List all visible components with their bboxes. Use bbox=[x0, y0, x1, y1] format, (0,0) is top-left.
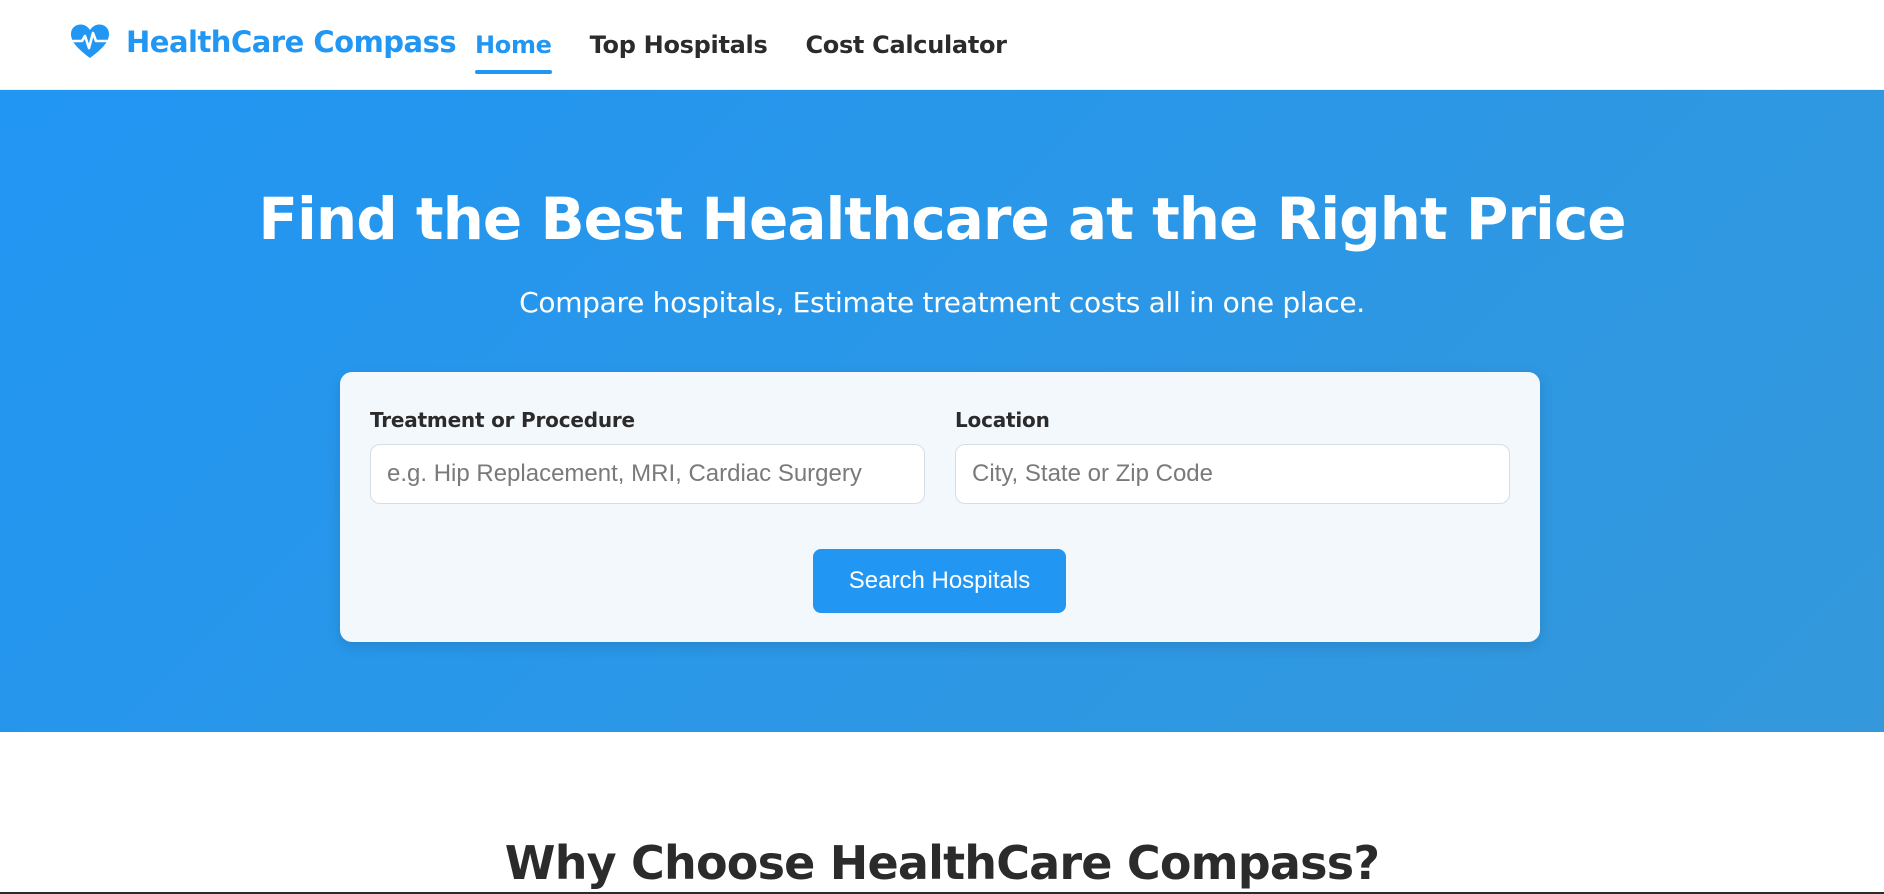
location-field-group: Location bbox=[955, 408, 1510, 504]
main-nav: Home Top Hospitals Cost Calculator bbox=[475, 0, 1045, 90]
brand-logo-link[interactable]: HealthCare Compass bbox=[70, 24, 457, 60]
top-navigation-bar: HealthCare Compass Home Top Hospitals Co… bbox=[0, 0, 1884, 90]
nav-cost-calculator[interactable]: Cost Calculator bbox=[805, 0, 1007, 90]
search-card: Treatment or Procedure Location Search H… bbox=[340, 372, 1540, 642]
heart-pulse-icon bbox=[70, 24, 110, 60]
why-choose-heading: Why Choose HealthCare Compass? bbox=[504, 836, 1380, 890]
brand-name: HealthCare Compass bbox=[126, 25, 457, 59]
location-input[interactable] bbox=[955, 444, 1510, 504]
treatment-label: Treatment or Procedure bbox=[370, 408, 635, 432]
hero-section: Find the Best Healthcare at the Right Pr… bbox=[0, 90, 1884, 732]
hero-title: Find the Best Healthcare at the Right Pr… bbox=[258, 185, 1626, 253]
search-hospitals-button[interactable]: Search Hospitals bbox=[813, 549, 1066, 613]
hero-subtitle: Compare hospitals, Estimate treatment co… bbox=[519, 286, 1365, 319]
location-label: Location bbox=[955, 408, 1050, 432]
treatment-field-group: Treatment or Procedure bbox=[370, 408, 925, 504]
nav-home[interactable]: Home bbox=[475, 0, 552, 90]
nav-top-hospitals[interactable]: Top Hospitals bbox=[590, 0, 768, 90]
treatment-input[interactable] bbox=[370, 444, 925, 504]
